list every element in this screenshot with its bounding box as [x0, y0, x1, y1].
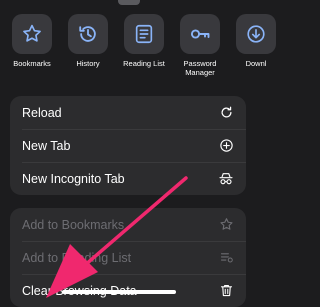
incognito-icon [218, 171, 234, 187]
downloads-button[interactable]: Downl [228, 14, 284, 68]
reading-list-icon [135, 24, 153, 44]
reading-list-label: Reading List [123, 59, 165, 68]
add-to-reading-list-item[interactable]: Add to Reading List [10, 241, 246, 274]
downloads-tile [236, 14, 276, 54]
password-manager-button[interactable]: Password Manager [172, 14, 228, 77]
star-outline-icon [218, 217, 234, 233]
new-incognito-tab-item[interactable]: New Incognito Tab [10, 162, 246, 195]
key-icon [190, 29, 210, 39]
bookmarks-tile [12, 14, 52, 54]
trash-icon [218, 283, 234, 299]
history-tile [68, 14, 108, 54]
add-to-bookmarks-label: Add to Bookmarks [22, 217, 125, 232]
downloads-label: Downl [245, 59, 267, 68]
reload-item[interactable]: Reload [10, 96, 246, 129]
password-manager-tile [180, 14, 220, 54]
add-to-bookmarks-item[interactable]: Add to Bookmarks [10, 208, 246, 241]
bookmarks-label: Bookmarks [13, 59, 51, 68]
new-tab-item[interactable]: New Tab [10, 129, 246, 162]
quick-actions-row: Bookmarks History Reading List Password … [0, 14, 276, 84]
reading-list-add-icon [218, 250, 234, 266]
menu-group-tabs: Reload New Tab New Incognito Tab [10, 96, 246, 195]
reading-list-button[interactable]: Reading List [116, 14, 172, 68]
star-icon [23, 24, 41, 42]
reload-icon [218, 105, 234, 121]
bookmarks-button[interactable]: Bookmarks [4, 14, 60, 68]
add-to-reading-list-label: Add to Reading List [22, 250, 132, 265]
sheet-grabber[interactable] [118, 0, 140, 5]
history-button[interactable]: History [60, 14, 116, 68]
plus-circle-icon [218, 138, 234, 154]
history-icon [79, 26, 96, 42]
history-label: History [76, 59, 100, 68]
download-icon [247, 25, 265, 43]
password-manager-label: Password Manager [183, 59, 217, 77]
new-incognito-tab-label: New Incognito Tab [22, 171, 125, 186]
reload-label: Reload [22, 105, 62, 120]
reading-list-tile [124, 14, 164, 54]
new-tab-label: New Tab [22, 138, 71, 153]
home-indicator[interactable] [62, 290, 176, 294]
